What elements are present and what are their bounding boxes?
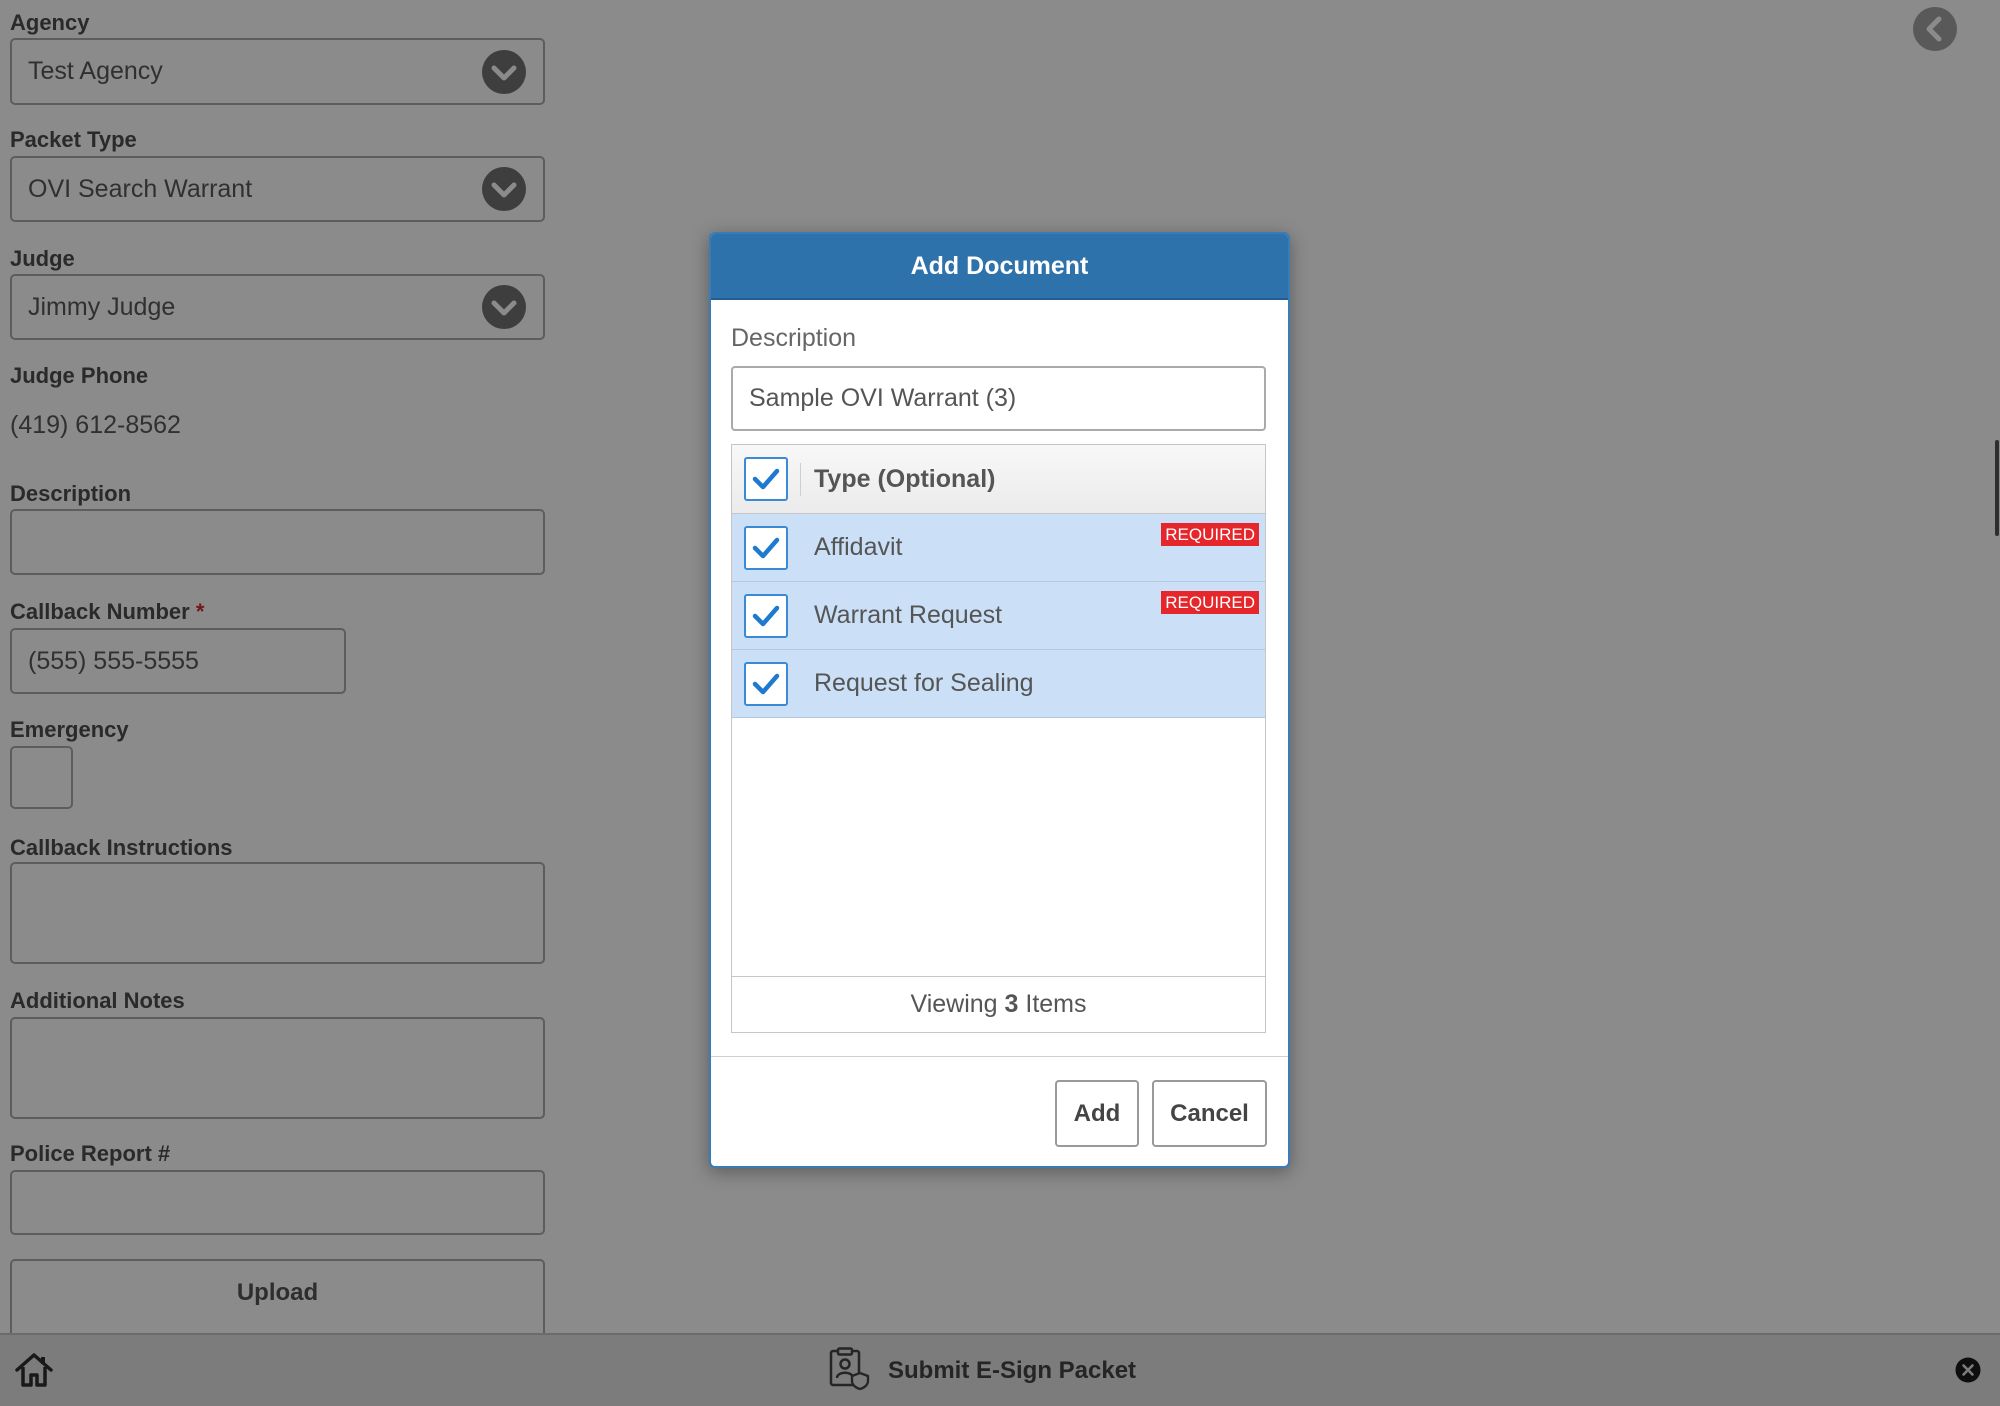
add-button[interactable]: Add (1055, 1080, 1139, 1147)
add-document-dialog: Add Document Description Type (Optional)… (709, 232, 1290, 1168)
cancel-button[interactable]: Cancel (1152, 1080, 1267, 1147)
document-type-grid: Type (Optional) Affidavit REQUIRED Warra… (731, 444, 1266, 1033)
checkmark-icon (752, 605, 780, 626)
request-for-sealing-checkbox[interactable] (744, 661, 788, 706)
grid-footer: Viewing 3 Items (732, 976, 1265, 1032)
document-type-label: Affidavit (814, 533, 903, 561)
required-badge: REQUIRED (1161, 523, 1259, 546)
item-count: 3 (1004, 990, 1019, 1018)
document-type-label: Request for Sealing (814, 669, 1034, 697)
viewing-prefix: Viewing (910, 990, 998, 1018)
warrant-request-checkbox[interactable] (744, 593, 788, 638)
required-badge: REQUIRED (1161, 591, 1259, 614)
dialog-header: Add Document (711, 234, 1288, 300)
document-type-row-affidavit[interactable]: Affidavit REQUIRED (732, 514, 1265, 582)
document-description-input[interactable] (731, 366, 1266, 431)
column-divider (800, 463, 801, 496)
affidavit-checkbox[interactable] (744, 525, 788, 570)
document-type-row-warrant-request[interactable]: Warrant Request REQUIRED (732, 582, 1265, 650)
dialog-title: Add Document (910, 252, 1089, 280)
checkmark-icon (752, 673, 780, 694)
dialog-footer-divider (711, 1056, 1288, 1057)
type-column-header: Type (Optional) (814, 465, 996, 493)
document-type-row-request-for-sealing[interactable]: Request for Sealing (732, 650, 1265, 718)
document-description-label: Description (731, 324, 857, 352)
checkmark-icon (752, 468, 780, 490)
document-type-label: Warrant Request (814, 601, 1003, 629)
checkmark-icon (752, 537, 780, 558)
grid-header-row: Type (Optional) (732, 445, 1265, 514)
select-all-checkbox[interactable] (744, 457, 788, 501)
items-suffix: Items (1025, 990, 1087, 1018)
grid-empty-area (732, 718, 1265, 976)
